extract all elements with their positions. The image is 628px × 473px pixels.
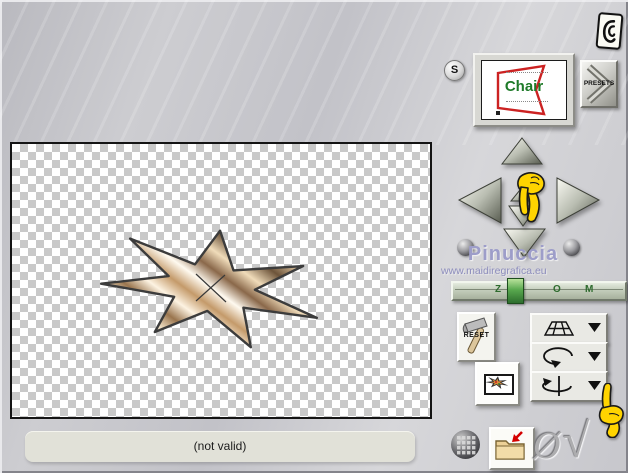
pan-left-button[interactable] bbox=[457, 176, 503, 225]
thumbnail-dots-top bbox=[506, 72, 548, 73]
zoom-letter-z: Z bbox=[495, 284, 502, 295]
rotate-plane-icon bbox=[543, 347, 573, 368]
reset-button[interactable]: RESET bbox=[457, 312, 496, 362]
cancel-button[interactable]: Ø bbox=[533, 424, 560, 468]
zoom-slider-line bbox=[455, 289, 623, 290]
status-bar: (not valid) bbox=[25, 431, 415, 462]
ok-button[interactable]: √ bbox=[563, 414, 589, 469]
pan-up-button[interactable] bbox=[500, 136, 544, 166]
mini-star-icon bbox=[484, 374, 514, 395]
thumbnail-dots-bottom bbox=[506, 101, 548, 102]
status-message: (not valid) bbox=[193, 439, 247, 453]
rotate-plane-dropdown-button[interactable] bbox=[530, 342, 608, 373]
rotate-axis-icon bbox=[542, 376, 572, 396]
ear-glyph bbox=[602, 20, 616, 43]
thumbnail-title: Chair bbox=[504, 78, 544, 95]
zoom-letter-o: O bbox=[553, 284, 561, 295]
thumbnail-image: Chair bbox=[481, 60, 567, 120]
watermark-website: www.maidiregrafica.eu bbox=[441, 265, 547, 277]
hand-up-icon bbox=[598, 383, 624, 438]
presets-button[interactable]: PRESETS bbox=[580, 60, 618, 108]
hand-down-icon bbox=[517, 172, 545, 223]
image-thumbnail-button[interactable]: Chair bbox=[473, 53, 575, 127]
zoom-letter-m: M bbox=[585, 284, 594, 295]
preview-canvas[interactable] bbox=[10, 142, 432, 419]
s-button[interactable]: S bbox=[444, 60, 465, 81]
open-preset-button[interactable] bbox=[489, 427, 535, 470]
plugin-window: S Chair PRESETS Pinuccia www.maidiregraf… bbox=[0, 0, 628, 473]
perspective-grid-icon bbox=[543, 321, 575, 336]
pan-right-button[interactable] bbox=[555, 176, 601, 225]
zoom-slider-thumb[interactable] bbox=[507, 278, 524, 304]
watermark-signature: Pinuccia bbox=[467, 243, 559, 265]
ear-logo-icon[interactable] bbox=[595, 11, 624, 51]
presets-label: PRESETS bbox=[583, 80, 615, 87]
perspective-dropdown-button[interactable] bbox=[530, 313, 608, 344]
preview-star-image bbox=[12, 144, 430, 417]
grid-ball-button[interactable] bbox=[450, 429, 481, 460]
chevron-down-icon bbox=[588, 352, 601, 361]
reset-label: RESET bbox=[463, 332, 490, 339]
chevron-down-icon bbox=[588, 323, 601, 332]
texture-thumbnail-button[interactable] bbox=[475, 362, 520, 406]
import-folder-icon bbox=[495, 431, 525, 460]
zoom-slider-track[interactable]: Z O M bbox=[451, 278, 627, 304]
grid-ball-icon bbox=[451, 430, 480, 459]
